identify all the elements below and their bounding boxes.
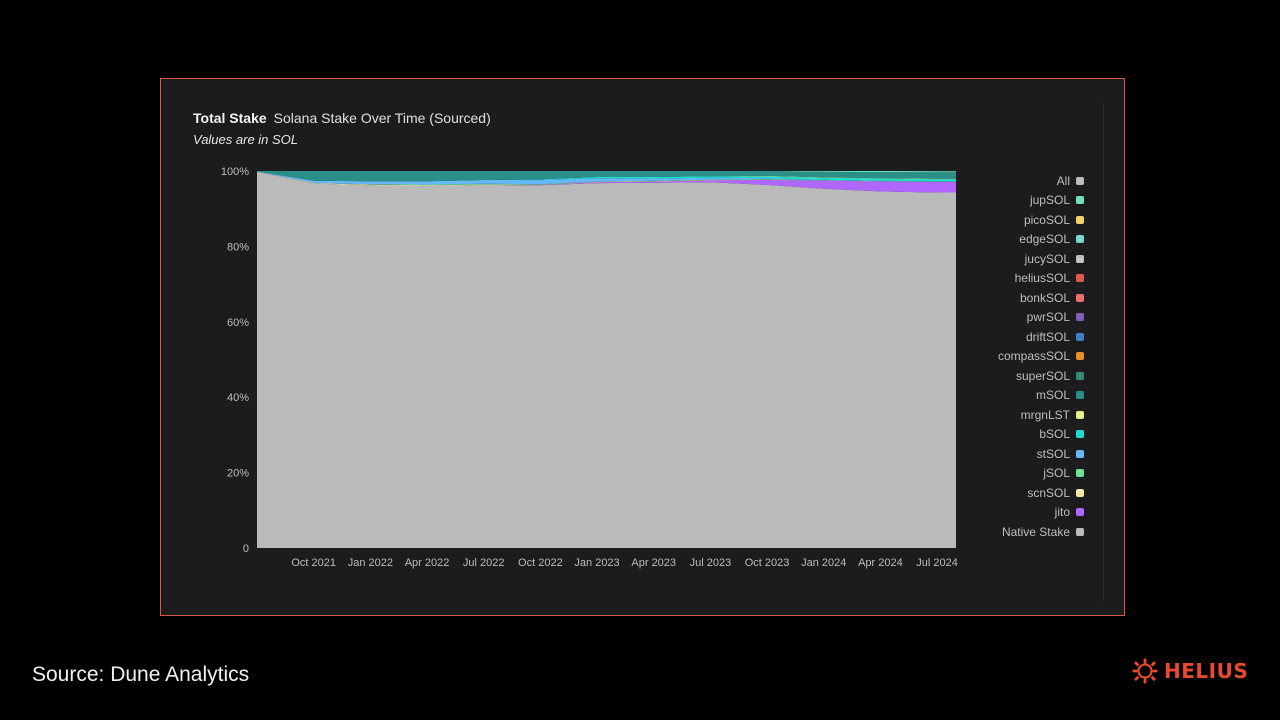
x-tick-label: Oct 2022 bbox=[518, 557, 563, 569]
area-native-stake bbox=[257, 171, 956, 549]
x-tick-label: Apr 2024 bbox=[858, 557, 903, 569]
legend-swatch bbox=[1076, 488, 1084, 497]
legend-item[interactable]: All bbox=[944, 171, 1084, 191]
y-tick-label: 40% bbox=[227, 392, 249, 404]
chart-panel: Total Stake Solana Stake Over Time (Sourc… bbox=[160, 78, 1125, 616]
legend-item[interactable]: jito bbox=[944, 503, 1084, 523]
y-tick-label: 0 bbox=[243, 543, 249, 555]
legend-item[interactable]: scnSOL bbox=[944, 483, 1084, 503]
x-tick-label: Jul 2024 bbox=[916, 557, 958, 569]
legend-item[interactable]: pwrSOL bbox=[944, 308, 1084, 328]
legend-label: pwrSOL bbox=[1026, 310, 1070, 325]
x-tick-label: Jan 2023 bbox=[574, 557, 619, 569]
legend-item[interactable]: jupSOL bbox=[944, 191, 1084, 211]
legend-item[interactable]: jucySOL bbox=[944, 249, 1084, 269]
x-tick-label: Jan 2022 bbox=[348, 557, 393, 569]
legend-item[interactable]: edgeSOL bbox=[944, 230, 1084, 250]
legend-label: mSOL bbox=[1035, 388, 1070, 403]
legend-label: heliusSOL bbox=[1014, 271, 1070, 286]
x-tick-label: Oct 2021 bbox=[291, 557, 336, 569]
y-tick-label: 100% bbox=[221, 166, 249, 178]
x-tick-label: Jan 2024 bbox=[801, 557, 846, 569]
legend-label: jSOL bbox=[1043, 466, 1070, 481]
helius-logo: HELIUS bbox=[1132, 658, 1248, 684]
legend-swatch bbox=[1076, 215, 1084, 224]
legend-swatch bbox=[1076, 430, 1084, 439]
legend-item[interactable]: compassSOL bbox=[944, 347, 1084, 367]
legend-swatch bbox=[1076, 313, 1084, 322]
helius-logo-icon bbox=[1132, 658, 1158, 684]
legend-item[interactable]: jSOL bbox=[944, 464, 1084, 484]
legend-swatch bbox=[1076, 254, 1084, 263]
legend-swatch bbox=[1076, 527, 1084, 536]
brand-name: HELIUS bbox=[1164, 659, 1249, 683]
legend-label: Native Stake bbox=[1001, 524, 1070, 539]
legend-label: mrgnLST bbox=[1020, 407, 1070, 422]
legend-item[interactable]: bSOL bbox=[944, 425, 1084, 445]
legend-item[interactable]: heliusSOL bbox=[944, 269, 1084, 289]
legend-swatch bbox=[1076, 196, 1084, 205]
legend-swatch bbox=[1076, 235, 1084, 244]
legend-swatch bbox=[1076, 391, 1084, 400]
legend-item[interactable]: superSOL bbox=[944, 366, 1084, 386]
legend-swatch bbox=[1076, 274, 1084, 283]
legend-item[interactable]: driftSOL bbox=[944, 327, 1084, 347]
x-tick-label: Oct 2023 bbox=[745, 557, 790, 569]
y-tick-label: 20% bbox=[227, 468, 249, 480]
legend-label: jupSOL bbox=[1029, 193, 1070, 208]
legend-item[interactable]: picoSOL bbox=[944, 210, 1084, 230]
x-tick-label: Apr 2023 bbox=[631, 557, 676, 569]
legend-item[interactable]: bonkSOL bbox=[944, 288, 1084, 308]
legend-label: picoSOL bbox=[1023, 212, 1070, 227]
legend-label: stSOL bbox=[1036, 446, 1070, 461]
legend-label: bonkSOL bbox=[1019, 290, 1070, 305]
legend-label: jito bbox=[1054, 505, 1070, 520]
legend-swatch bbox=[1076, 352, 1084, 361]
legend-label: bSOL bbox=[1039, 427, 1070, 442]
legend-label: All bbox=[1056, 173, 1070, 188]
legend-swatch bbox=[1076, 371, 1084, 380]
legend-label: scnSOL bbox=[1027, 485, 1070, 500]
legend-item[interactable]: mrgnLST bbox=[944, 405, 1084, 425]
legend-swatch bbox=[1076, 293, 1084, 302]
legend-label: driftSOL bbox=[1025, 329, 1070, 344]
source-caption: Source: Dune Analytics bbox=[32, 663, 250, 686]
legend-swatch bbox=[1076, 508, 1084, 517]
legend-label: superSOL bbox=[1015, 368, 1070, 383]
y-tick-label: 80% bbox=[227, 241, 249, 253]
x-tick-label: Jul 2022 bbox=[463, 557, 505, 569]
legend-label: compassSOL bbox=[997, 349, 1070, 364]
legend-item[interactable]: Native Stake bbox=[944, 522, 1084, 542]
legend-swatch bbox=[1076, 469, 1084, 478]
legend-swatch bbox=[1076, 410, 1084, 419]
legend-label: edgeSOL bbox=[1019, 232, 1070, 247]
x-tick-label: Jul 2023 bbox=[690, 557, 732, 569]
legend-swatch bbox=[1076, 176, 1084, 185]
chart-legend: All jupSOL picoSOL edgeSOL jucySOL heliusSOL b… bbox=[944, 171, 1084, 542]
x-tick-label: Apr 2022 bbox=[405, 557, 450, 569]
legend-swatch bbox=[1076, 449, 1084, 458]
legend-label: jucySOL bbox=[1024, 251, 1070, 266]
legend-item[interactable]: mSOL bbox=[944, 386, 1084, 406]
y-tick-label: 60% bbox=[227, 317, 249, 329]
legend-swatch bbox=[1076, 332, 1084, 341]
legend-item[interactable]: stSOL bbox=[944, 444, 1084, 464]
